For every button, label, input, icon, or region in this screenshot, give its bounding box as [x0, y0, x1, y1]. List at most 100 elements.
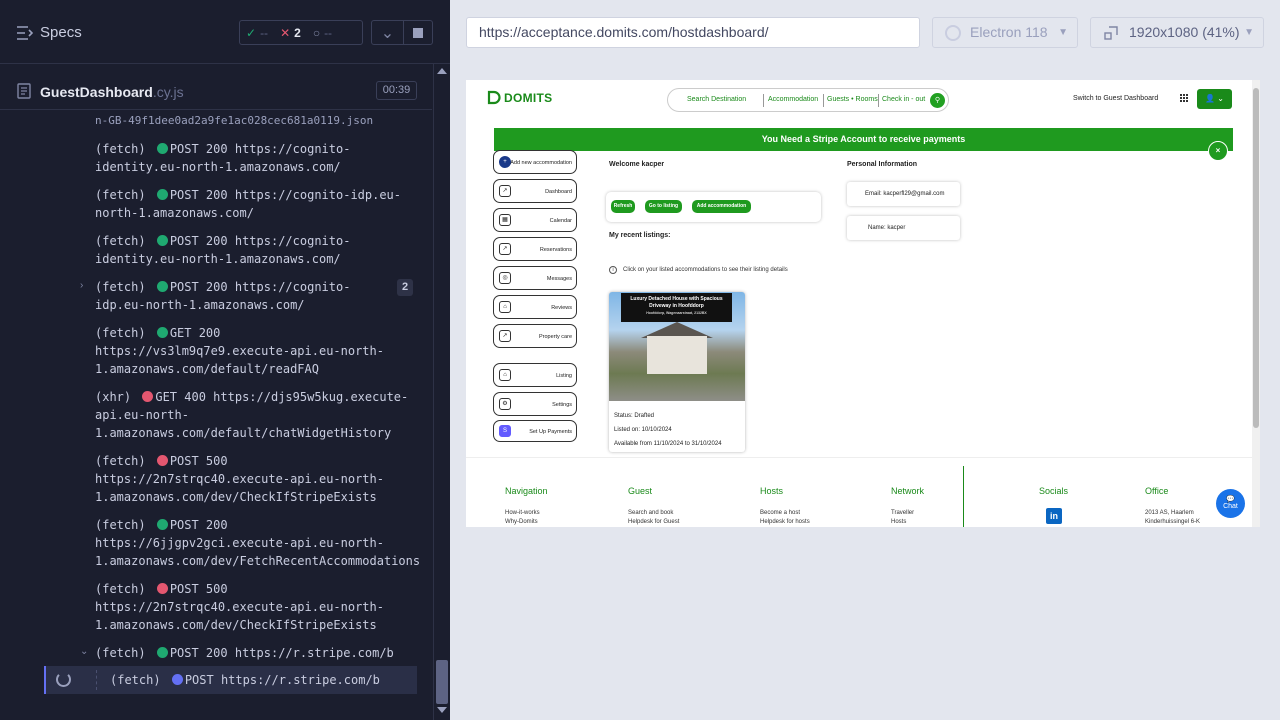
sidebar-item-settings[interactable]: ⚙ Settings — [493, 392, 577, 416]
scroll-down-icon[interactable] — [437, 707, 447, 713]
linkedin-icon[interactable]: in — [1046, 508, 1062, 524]
chevron-down-icon: ⌄ — [1217, 94, 1224, 103]
specs-title[interactable]: Specs — [40, 24, 82, 41]
site-footer: Navigation How-it-works Why-Domits Guest… — [466, 457, 1252, 527]
settings-icon: ⚙ — [499, 398, 511, 410]
footer-divider — [963, 466, 964, 527]
viewport-select[interactable]: 1920x1080 (41%) ▼ — [1090, 17, 1264, 48]
sidebar-item-reviews[interactable]: ⌂ Reviews — [493, 295, 577, 319]
electron-icon — [945, 25, 961, 41]
log-entry[interactable]: (fetch) POST 500 https://2n7strqc40.execu… — [95, 452, 415, 506]
footer-link[interactable]: Search and book — [628, 510, 673, 516]
active-log-entry[interactable]: (fetch) POST https://r.stripe.com/b — [44, 666, 417, 694]
listing-title-overlay: Luxury Detached House with Spacious Driv… — [621, 293, 732, 322]
chevron-right-icon[interactable]: › — [80, 280, 83, 291]
listing-card[interactable]: Luxury Detached House with Spacious Driv… — [609, 292, 745, 452]
footer-link[interactable]: How-it-works — [505, 510, 540, 516]
pending-count: ○ -- — [312, 25, 333, 40]
scroll-thumb[interactable] — [436, 660, 448, 704]
search-guests[interactable]: Guests • Rooms — [827, 96, 878, 103]
footer-link[interactable]: Helpdesk for hosts — [760, 519, 810, 525]
search-icon[interactable]: ⚲ — [930, 93, 945, 108]
log-entry[interactable]: (fetch) POST 200 https://cognito-identit… — [95, 140, 415, 176]
search-destination[interactable]: Search Destination — [687, 96, 746, 103]
quick-actions-card: Refresh Go to listing Add accommodation — [606, 192, 821, 222]
viewport-icon — [1104, 26, 1118, 40]
user-menu-button[interactable]: 👤 ⌄ — [1197, 89, 1232, 109]
calendar-icon: ▦ — [499, 214, 511, 226]
chevron-down-icon[interactable]: ⌄ — [80, 646, 88, 657]
office-address: 2013 AS, Haarlem — [1145, 510, 1194, 516]
spec-file-header[interactable]: GuestDashboard.cy.js 00:39 — [0, 72, 432, 110]
stripe-warning-banner: You Need a Stripe Account to receive pay… — [494, 128, 1233, 151]
reporter-scrollbar[interactable] — [433, 64, 450, 720]
sidebar-item-setup-payments[interactable]: S Set Up Payments — [493, 420, 577, 442]
chart-icon: ↗ — [499, 185, 511, 197]
app-scrollbar[interactable] — [1252, 80, 1260, 527]
sidebar-item-calendar[interactable]: ▦ Calendar — [493, 208, 577, 232]
scroll-up-icon[interactable] — [437, 68, 447, 74]
add-accommodation-button[interactable]: Add accommodation — [692, 200, 751, 213]
passed-count: ✓ -- — [246, 25, 269, 40]
home-icon: ⌂ — [499, 301, 511, 313]
personal-info-heading: Personal Information — [847, 161, 918, 168]
grid-icon[interactable] — [1180, 94, 1188, 102]
specs-list-icon[interactable] — [17, 26, 33, 40]
file-icon — [17, 83, 31, 99]
url-bar[interactable]: https://acceptance.domits.com/hostdashbo… — [466, 17, 920, 48]
footer-link[interactable]: Traveller — [891, 510, 914, 516]
chart-icon: ↗ — [499, 330, 511, 342]
chat-widget-button[interactable]: 💬 Chat — [1216, 489, 1245, 518]
sidebar-item-reservations[interactable]: ↗ Reservations — [493, 237, 577, 261]
footer-socials-heading: Socials — [1039, 486, 1069, 496]
browser-select[interactable]: Electron 118 ▼ — [932, 17, 1078, 48]
log-entry[interactable]: (fetch) POST 200 https://r.stripe.com/b — [95, 644, 415, 662]
search-dates[interactable]: Check in - out — [882, 96, 925, 103]
log-entry[interactable]: (fetch) POST 200 https://cognito-identit… — [95, 232, 415, 268]
command-log: n-GB-49f1dee0ad2a9fe1ac028cec681a0119.js… — [0, 112, 432, 708]
chevron-down-icon: ▼ — [1058, 27, 1068, 38]
go-to-listing-button[interactable]: Go to listing — [645, 200, 682, 213]
refresh-button[interactable]: Refresh — [611, 200, 635, 213]
footer-link[interactable]: Become a host — [760, 510, 800, 516]
chevron-down-icon: ⌄ — [380, 24, 395, 42]
spec-duration: 00:39 — [376, 81, 417, 100]
log-entry[interactable]: (fetch) POST 200 https://cognito-idp.eu-… — [95, 186, 415, 222]
log-entry[interactable]: (fetch) GET 200 https://vs3lm9q7e9.execut… — [95, 324, 415, 378]
chevron-down-icon: ▼ — [1244, 27, 1254, 38]
footer-hosts-heading: Hosts — [760, 486, 784, 496]
log-partial: n-GB-49f1dee0ad2a9fe1ac028cec681a0119.js… — [95, 114, 374, 127]
specs-header: Specs ✓ -- ✕ 2 ○ -- ⌄ — [0, 0, 450, 64]
failed-count: ✕ 2 — [280, 25, 301, 40]
options-dropdown-button[interactable]: ⌄ — [371, 20, 404, 45]
listing-availability: Available from 11/10/2024 to 31/10/2024 — [614, 441, 722, 447]
house-shape — [647, 336, 707, 374]
sidebar-item-property-care[interactable]: ↗ Property care — [493, 324, 577, 348]
footer-link[interactable]: Helpdesk for Guest — [628, 519, 679, 525]
sidebar-item-listing[interactable]: ⌂ Listing — [493, 363, 577, 387]
info-hint: i Click on your listed accommodations to … — [609, 266, 788, 274]
sidebar-item-messages[interactable]: ◎ Messages — [493, 266, 577, 290]
log-entry[interactable]: (fetch) POST 200 https://cognito-idp.eu-… — [95, 278, 415, 314]
close-icon[interactable]: × — [1208, 141, 1228, 161]
scroll-thumb[interactable] — [1253, 88, 1259, 428]
footer-link[interactable]: Hosts — [891, 519, 906, 525]
switch-to-guest-link[interactable]: Switch to Guest Dashboard — [1073, 95, 1158, 102]
log-entry[interactable]: (xhr) GET 400 https://djs95w5kug.execute… — [95, 388, 415, 442]
footer-link[interactable]: Why-Domits — [505, 519, 538, 525]
recent-listings-heading: My recent listings: — [609, 232, 671, 239]
test-stats: ✓ -- ✕ 2 ○ -- — [239, 20, 363, 45]
sidebar-item-add-accommodation[interactable]: + Add new accommodation — [493, 150, 577, 174]
log-entry[interactable]: (fetch) POST 500 https://2n7strqc40.execu… — [95, 580, 415, 634]
log-entry[interactable]: (fetch) POST 200 https://6jjgpv2gci.execu… — [95, 516, 420, 570]
divider — [763, 94, 764, 107]
active-log-text: (fetch) POST https://r.stripe.com/b — [110, 673, 380, 687]
search-bar[interactable]: Search Destination Accommodation Guests … — [667, 88, 949, 112]
status-dot — [156, 455, 168, 466]
status-dot — [142, 391, 154, 402]
stop-button[interactable] — [403, 20, 433, 45]
email-field: Email: kacperfl29@gmail.com — [847, 182, 960, 206]
search-accommodation[interactable]: Accommodation — [768, 96, 818, 103]
sidebar-item-dashboard[interactable]: ↗ Dashboard — [493, 179, 577, 203]
site-logo[interactable]: DOMITS — [487, 90, 552, 105]
